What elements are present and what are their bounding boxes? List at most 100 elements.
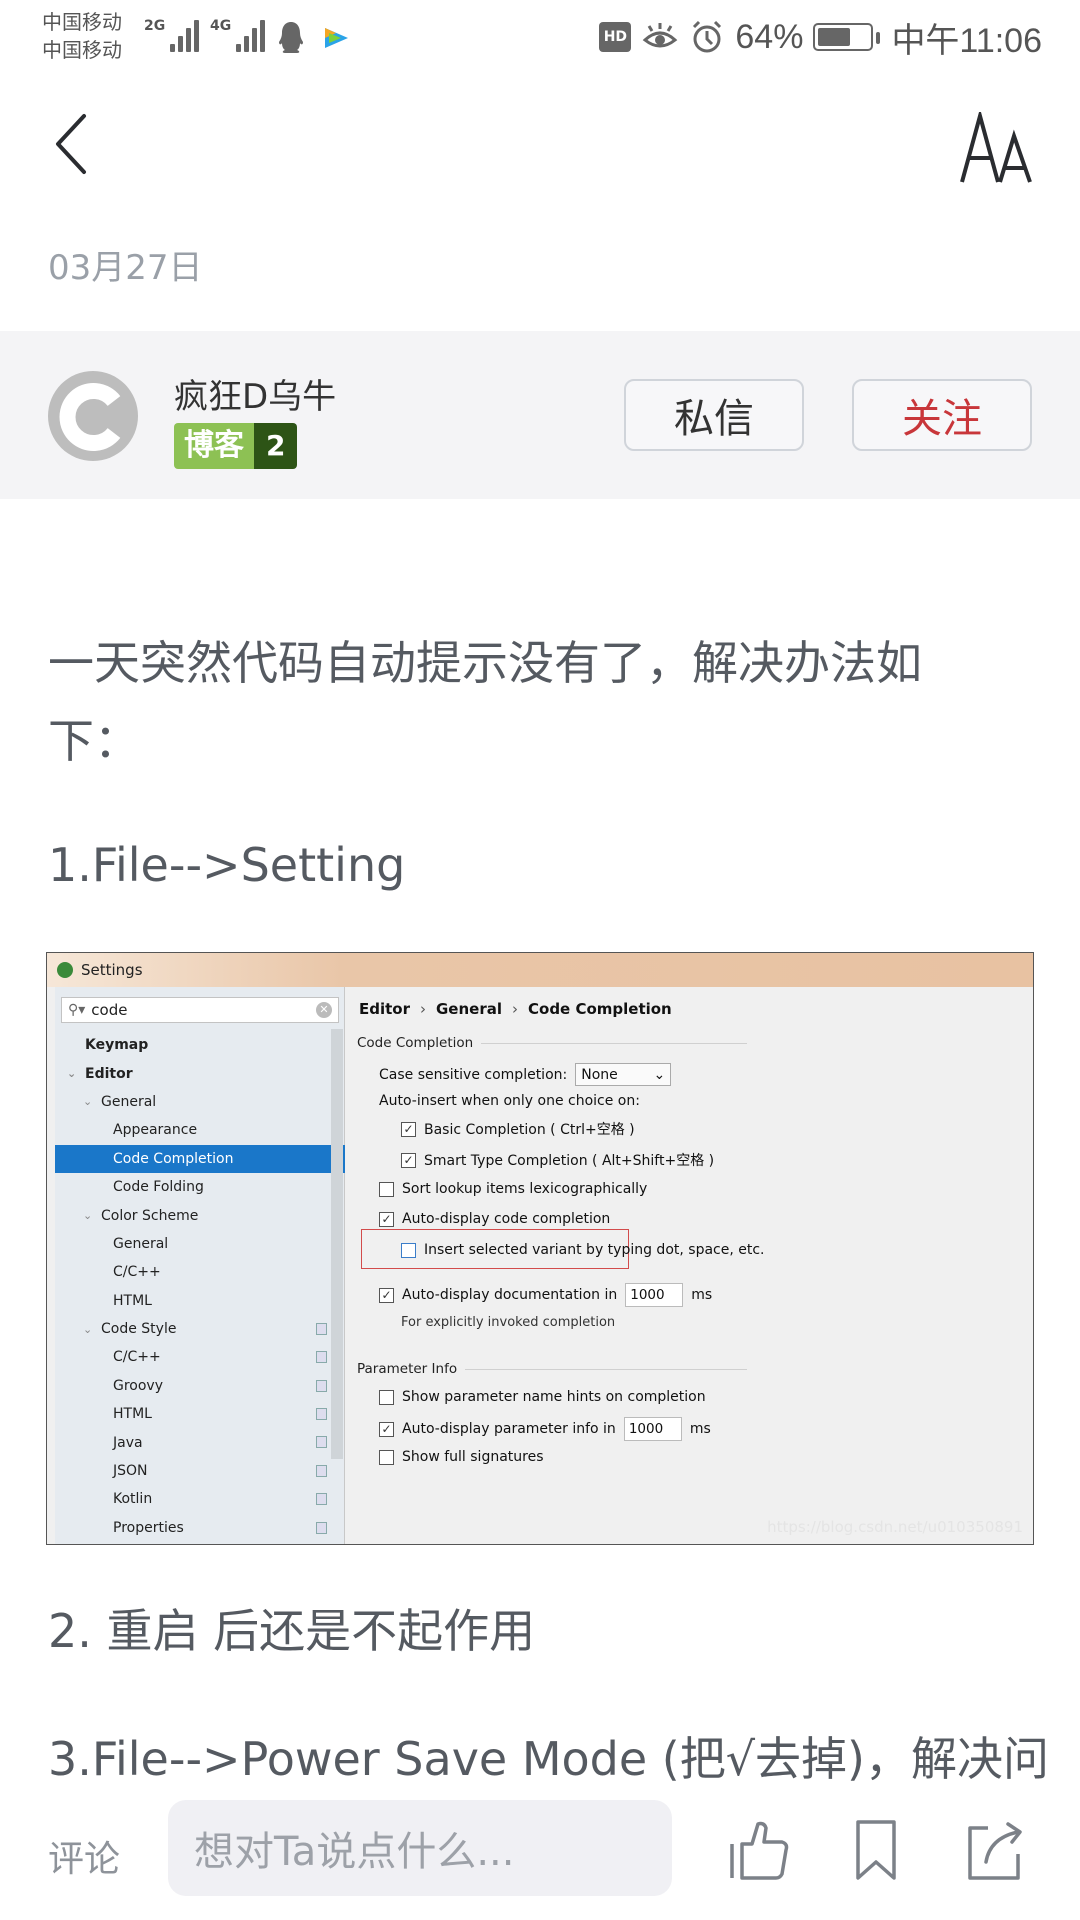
tree-item-label: Code Folding [113,1179,204,1196]
tree-item[interactable]: Code Completion [55,1144,345,1173]
case-sensitive-label: Case sensitive completion: [379,1066,568,1083]
tree-item[interactable]: C/C++ [55,1343,345,1371]
alarm-icon [693,20,722,53]
comment-label[interactable]: 评论 [48,1830,120,1882]
hd-icon: HD [599,22,632,52]
sort-lookup-option[interactable]: Sort lookup items lexicographically [379,1181,647,1197]
checkbox[interactable] [401,1242,416,1258]
settings-panel: Editor › General › Code Completion Code … [345,987,1033,1544]
checkbox[interactable] [379,1181,394,1197]
unit-label: ms [689,1421,711,1437]
chevron-down-icon[interactable]: ⌄ [83,1209,97,1222]
status-right: HD 64% 中午11:06 [599,14,1042,60]
tree-item[interactable]: Appearance [55,1116,345,1144]
tree-item-label: Keymap [85,1037,149,1054]
param-hints-option[interactable]: Show parameter name hints on completion [379,1389,706,1405]
tree-item[interactable]: ⌄ Color Scheme [55,1201,345,1229]
basic-completion-option[interactable]: ✓ Basic Completion ( Ctrl+空格 ) [401,1119,635,1139]
signal-icon: 2G [144,18,200,52]
project-scope-icon [316,1322,327,1335]
settings-screenshot-image: Settings ⚲▾ code ✕ Keymap ⌄ Editor ⌄ General… [46,952,1034,1545]
tree-item[interactable]: HTML [55,1400,345,1428]
follow-button[interactable]: 关注 [852,379,1032,451]
project-scope-icon [316,1521,327,1534]
tree-item-label: Editor [85,1065,133,1082]
checkbox[interactable]: ✓ [379,1421,394,1437]
project-scope-icon [316,1436,327,1449]
status-bar: 中国移动 中国移动 2G 4G HD 64% 中午11:06 [0,0,1080,74]
group-code-completion: Code Completion [357,1035,747,1051]
checkbox[interactable] [379,1389,394,1405]
article-paragraph: 2. 重启 后还是不起作用 [48,1604,536,1658]
auto-display-documentation-option[interactable]: ✓ Auto-display documentation in 1000 ms [379,1283,712,1307]
post-date: 03月27日 [48,248,203,288]
checkbox[interactable] [379,1449,394,1465]
option-label: Smart Type Completion ( Alt+Shift+空格 ) [424,1153,715,1169]
tree-scrollbar[interactable] [331,1029,343,1459]
insert-selected-option[interactable]: Insert selected variant by typing dot, s… [401,1242,765,1258]
settings-search-input[interactable]: ⚲▾ code ✕ [61,997,339,1023]
comment-input[interactable]: 想对Ta说点什么... [168,1800,672,1896]
tree-item[interactable]: JSON [55,1457,345,1485]
tree-item-label: C/C++ [113,1349,161,1366]
tree-item[interactable]: Code Folding [55,1173,345,1201]
tree-item[interactable]: Keymap [55,1031,345,1059]
checkbox[interactable]: ✓ [401,1121,416,1137]
thumbs-up-icon[interactable] [728,1818,792,1882]
chevron-left-icon[interactable] [50,112,94,176]
tree-item[interactable]: ⌄ Code Style [55,1315,345,1343]
article-paragraph: 一天突然代码自动提示没有了，解决办法如下： [48,636,922,768]
tree-item[interactable]: HTML [55,1287,345,1315]
project-scope-icon [316,1408,327,1421]
tree-item[interactable]: Groovy [55,1372,345,1400]
option-label: Basic Completion ( Ctrl+空格 ) [424,1122,635,1138]
avatar[interactable] [48,371,138,461]
project-scope-icon [316,1464,327,1477]
tree-item[interactable]: C/C++ [55,1258,345,1286]
full-signatures-option[interactable]: Show full signatures [379,1449,544,1465]
font-size-icon[interactable] [958,112,1038,184]
param-info-option[interactable]: ✓ Auto-display parameter info in 1000 ms [379,1417,711,1441]
group-label: Parameter Info [357,1361,458,1377]
param-info-delay-input[interactable]: 1000 [623,1417,682,1441]
bottom-bar: 评论 想对Ta说点什么... [0,1796,1080,1920]
checkbox[interactable]: ✓ [379,1287,394,1303]
tree-item-label: Appearance [113,1122,198,1139]
tree-item[interactable]: Kotlin [55,1485,345,1513]
chevron-down-icon[interactable]: ⌄ [83,1323,97,1336]
documentation-delay-input[interactable]: 1000 [625,1283,684,1307]
clear-search-icon[interactable]: ✕ [316,1002,332,1018]
checkbox[interactable]: ✓ [379,1211,394,1227]
tree-item[interactable]: ⌄ Editor [55,1059,345,1087]
case-sensitive-select[interactable]: None ⌄ [575,1063,672,1086]
tree-item-label: General [113,1235,169,1252]
qq-icon [279,22,303,53]
tree-item-label: Kotlin [113,1491,153,1508]
author-name[interactable]: 疯狂D乌牛 [174,369,336,418]
tree-item-label: HTML [113,1292,152,1309]
tree-item[interactable]: Properties [55,1514,345,1542]
group-label: Code Completion [357,1035,474,1051]
chevron-down-icon[interactable]: ⌄ [67,1067,81,1080]
chevron-down-icon[interactable]: ⌄ [83,1095,97,1108]
tree-item[interactable]: ⌄ General [55,1088,345,1116]
auto-display-code-completion-option[interactable]: ✓ Auto-display code completion [379,1211,610,1227]
author-bar: 疯狂D乌牛 博客 2 私信 关注 [0,331,1080,499]
smart-completion-option[interactable]: ✓ Smart Type Completion ( Alt+Shift+空格 ) [401,1150,714,1170]
badge-label: 博客 [174,423,254,469]
message-button[interactable]: 私信 [624,379,804,451]
tree-item[interactable]: Java [55,1428,345,1456]
tree-item-label: General [101,1093,157,1110]
select-value: None [581,1066,618,1083]
checkbox[interactable]: ✓ [401,1152,416,1168]
chevron-down-icon: ⌄ [653,1066,666,1083]
article-paragraph: 1.File-->Setting [48,838,406,892]
bookmark-icon[interactable] [844,1818,908,1882]
battery-percent: 64% [735,17,804,56]
tree-item[interactable]: General [55,1230,345,1258]
documentation-hint: For explicitly invoked completion [401,1315,616,1330]
tree-item-label: HTML [113,1406,152,1423]
tree-item-label: Java [113,1434,143,1451]
share-icon[interactable] [962,1818,1026,1882]
tree-item-label: Code Style [101,1321,177,1338]
